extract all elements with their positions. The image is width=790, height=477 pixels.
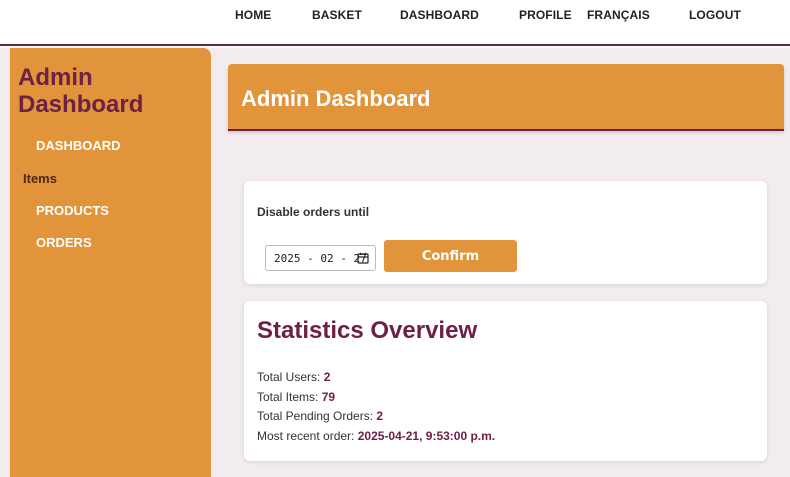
disable-orders-date-input[interactable]: 2025 - 02 - 27: [265, 245, 376, 271]
page-title: Admin Dashboard: [241, 86, 431, 111]
stat-total-users-value: 2: [323, 370, 331, 384]
stat-total-items-value: 79: [321, 390, 336, 404]
calendar-icon[interactable]: [357, 252, 369, 264]
stat-total-users: Total Users: 2: [257, 370, 330, 384]
page-header-banner: Admin Dashboard: [228, 64, 784, 131]
sidebar-title-line1: Admin: [18, 64, 93, 91]
confirm-button[interactable]: Confirm: [384, 240, 517, 272]
sidebar-section-items: Items: [23, 171, 57, 186]
stat-pending-orders: Total Pending Orders: 2: [257, 409, 383, 423]
nav-language-link[interactable]: FRANÇAIS: [587, 8, 650, 22]
stat-recent-order-value: 2025-04-21, 9:53:00 p.m.: [357, 429, 496, 443]
nav-logout-link[interactable]: LOGOUT: [689, 8, 741, 22]
date-input-value: 2025 - 02 - 27: [274, 252, 367, 265]
sidebar-title: Admin Dashboard: [18, 64, 143, 118]
stat-total-items-label: Total Items:: [257, 390, 319, 404]
sidebar: Admin Dashboard DASHBOARD Items PRODUCTS…: [10, 48, 211, 477]
nav-profile-link[interactable]: PROFILE: [519, 8, 572, 22]
stat-total-users-label: Total Users:: [257, 370, 321, 384]
sidebar-item-products[interactable]: PRODUCTS: [36, 203, 109, 218]
statistics-title: Statistics Overview: [257, 317, 478, 344]
nav-dashboard-link[interactable]: DASHBOARD: [400, 8, 479, 22]
nav-basket-link[interactable]: BASKET: [312, 8, 362, 22]
statistics-card: Statistics Overview Total Users: 2 Total…: [244, 301, 767, 461]
sidebar-item-dashboard[interactable]: DASHBOARD: [36, 138, 121, 153]
stat-total-items: Total Items: 79: [257, 390, 335, 404]
top-nav: HOME BASKET DASHBOARD PROFILE FRANÇAIS L…: [0, 0, 790, 46]
disable-orders-card: Disable orders until 2025 - 02 - 27 Conf…: [244, 181, 767, 284]
nav-home-link[interactable]: HOME: [235, 8, 271, 22]
disable-orders-label: Disable orders until: [257, 205, 370, 219]
stat-pending-orders-value: 2: [376, 409, 384, 423]
stat-recent-order: Most recent order: 2025-04-21, 9:53:00 p…: [257, 429, 495, 443]
stat-pending-orders-label: Total Pending Orders:: [257, 409, 374, 423]
sidebar-item-orders[interactable]: ORDERS: [36, 235, 92, 250]
sidebar-title-line2: Dashboard: [18, 91, 144, 118]
stat-recent-order-label: Most recent order:: [257, 429, 355, 443]
